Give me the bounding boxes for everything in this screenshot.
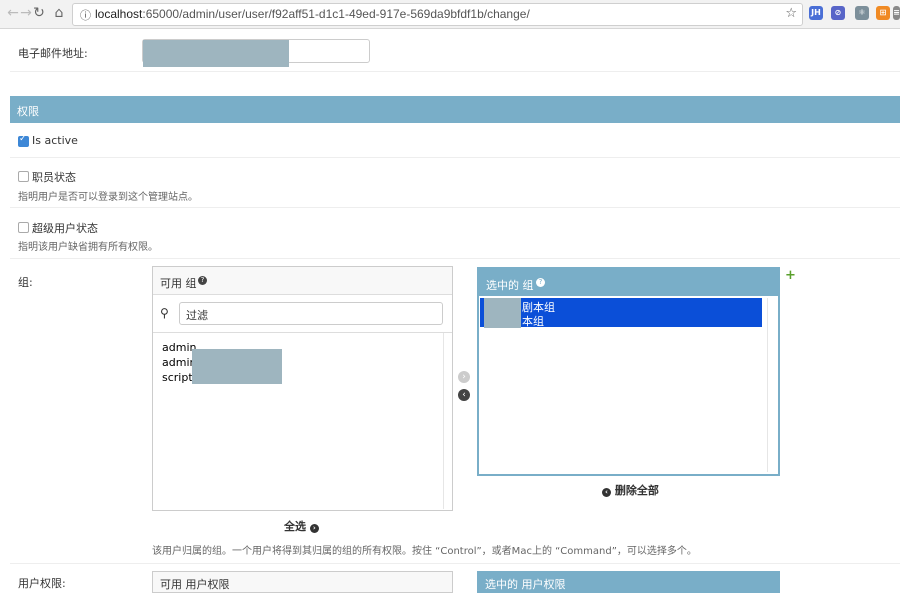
bookmark-star-icon[interactable]: ☆ [785,6,797,21]
filter-text: 过滤 [186,309,208,322]
info-icon[interactable]: ⓘ [80,7,91,23]
available-groups-title: 可用 组 [160,277,197,290]
is-active-checkbox[interactable] [18,134,29,147]
section-title: 权限 [17,105,39,118]
superuser-help-text: 指明该用户缺省拥有所有权限。 [18,242,158,253]
superuser-row: 超级用户状态 指明该用户缺省拥有所有权限。 [10,208,900,259]
groups-help-text: 该用户归属的组。一个用户将得到其归属的组的所有权限。按住 “Control”，或… [152,546,697,557]
menu-icon[interactable]: ≡ [893,6,900,20]
chosen-groups-box: 选中的 组 ? 剧本组 本组 [477,267,780,476]
home-icon[interactable]: ⌂ [50,5,68,21]
help-icon: ? [198,276,207,285]
reload-icon[interactable]: ↻ [30,5,48,21]
superuser-label: 超级用户状态 [32,222,98,235]
available-perms-box: 可用 用户权限 [152,571,453,593]
permissions-section-header: 权限 [10,96,900,123]
browser-toolbar: ← → ↻ ⌂ ⓘ localhost:65000/admin/user/use… [0,0,900,29]
available-groups-box: 可用 组 ? ⚲ 过滤 admin admin script_ [152,266,453,511]
address-bar[interactable]: ⓘ localhost:65000/admin/user/user/f92aff… [72,3,803,26]
groups-label: 组: [18,276,33,289]
remove-all-link[interactable]: ‹ 删除全部 [602,482,659,498]
available-groups-header: 可用 组 ? [153,267,452,295]
staff-checkbox[interactable] [18,171,29,182]
email-label: 电子邮件地址: [18,47,88,60]
chosen-perms-title: 选中的 用户权限 [485,578,566,591]
available-perms-title: 可用 用户权限 [160,578,230,591]
search-icon: ⚲ [160,306,169,320]
email-field[interactable] [142,39,370,67]
chosen-groups-header: 选中的 组 ? [479,269,778,296]
redacted-options [192,349,282,384]
scrollbar[interactable] [767,298,777,472]
arrow-left-icon: ‹ [602,488,611,497]
filter-input[interactable]: 过滤 [179,302,443,325]
user-permissions-label: 用户权限: [18,577,66,590]
add-arrow-icon[interactable]: › [458,371,470,383]
chosen-option-2[interactable]: 本组 [522,313,544,329]
help-icon: ? [536,278,545,287]
extension-jh-icon[interactable]: JH [809,6,823,20]
remove-arrow-icon[interactable]: ‹ [458,389,470,401]
is-active-row: Is active [10,123,900,158]
scrollbar[interactable] [443,333,452,509]
groups-row: 组: 可用 组 ? ⚲ 过滤 admin admin script_ 全选 › … [10,259,900,564]
extension-orange-icon[interactable]: ⊞ [876,6,890,20]
url-text: localhost:65000/admin/user/user/f92aff51… [95,7,530,21]
redacted-email [143,40,289,67]
staff-help-text: 指明用户是否可以登录到这个管理站点。 [18,192,198,203]
react-devtools-icon[interactable]: ⚛ [855,6,869,20]
redacted-chosen [484,298,521,328]
superuser-checkbox[interactable] [18,222,29,233]
extension-icon[interactable]: ⊘ [831,6,845,20]
add-group-icon[interactable]: + [785,268,796,283]
email-row: 电子邮件地址: [10,28,900,72]
selected-options[interactable]: 剧本组 本组 [480,298,762,329]
arrow-right-icon: › [309,524,319,533]
is-active-label: Is active [32,134,78,147]
chosen-perms-box: 选中的 用户权限 [477,571,780,593]
staff-label: 职员状态 [32,171,76,184]
user-permissions-row: 用户权限: 可用 用户权限 选中的 用户权限 [10,563,900,593]
chosen-groups-title: 选中的 组 [486,279,534,292]
staff-row: 职员状态 指明用户是否可以登录到这个管理站点。 [10,158,900,208]
choose-all-link[interactable]: 全选 › [284,518,319,534]
